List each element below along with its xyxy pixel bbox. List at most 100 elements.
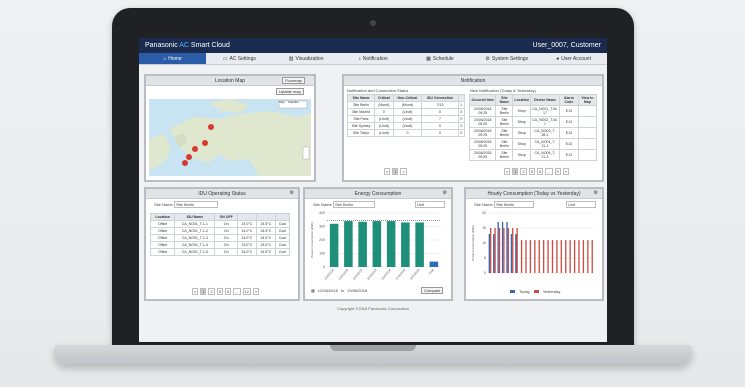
- page-button[interactable]: 9: [554, 168, 561, 175]
- page-button[interactable]: 2: [520, 168, 527, 175]
- calendar-icon[interactable]: ▦: [311, 288, 315, 293]
- site-select[interactable]: Site Berlin: [174, 201, 218, 208]
- nav-notification[interactable]: ♪ Notification: [340, 53, 407, 64]
- bar-today[interactable]: [497, 222, 499, 273]
- bar[interactable]: [358, 221, 367, 267]
- map-pin[interactable]: [186, 154, 192, 160]
- unit-select[interactable]: Unit: [415, 201, 445, 208]
- bar-yesterday[interactable]: [512, 228, 514, 273]
- nav-schedule[interactable]: ▦ Schedule: [406, 53, 473, 64]
- bar[interactable]: [401, 222, 410, 267]
- bar-yesterday[interactable]: [516, 228, 518, 273]
- settings-gear-icon[interactable]: ⚙: [443, 190, 447, 196]
- bar-today[interactable]: [493, 234, 495, 273]
- nav-visualization[interactable]: ▥ Visualization: [273, 53, 340, 64]
- page-button[interactable]: 4: [536, 168, 544, 175]
- bar-yesterday[interactable]: [520, 240, 523, 273]
- nav-system-settings[interactable]: ⚙ System Settings: [473, 53, 540, 64]
- page-button[interactable]: «: [384, 168, 391, 175]
- unit-select[interactable]: Unit: [566, 201, 596, 208]
- bar-yesterday[interactable]: [582, 240, 585, 273]
- bar-yesterday[interactable]: [498, 228, 501, 273]
- table-row[interactable]: Office CA_NO01_T-1-1 On 24.0°C 24.5°C Cool: [149, 220, 291, 228]
- page-button[interactable]: »: [400, 168, 407, 175]
- bar-yesterday[interactable]: [538, 240, 540, 273]
- page-button[interactable]: »: [252, 288, 260, 295]
- table-row[interactable]: 20/06/2018 09:25 Site Berlin Shop CA_NO01_T…: [468, 105, 598, 117]
- bar-yesterday[interactable]: [525, 240, 527, 273]
- user-menu[interactable]: User_0007, Customer: [533, 42, 601, 49]
- page-button[interactable]: 1: [512, 168, 519, 175]
- page-button[interactable]: 4: [224, 288, 232, 295]
- bar-today[interactable]: [515, 234, 517, 273]
- map-pin[interactable]: [182, 160, 188, 166]
- bar-today[interactable]: [510, 234, 513, 273]
- bar[interactable]: [372, 221, 382, 267]
- table-row[interactable]: 20/06/2018 09:25 Site Berlin Shop CA_NO03_T…: [468, 127, 598, 139]
- map-view[interactable]: [149, 99, 311, 176]
- bar-yesterday[interactable]: [529, 240, 532, 273]
- bar-yesterday[interactable]: [587, 240, 589, 273]
- table-row[interactable]: Office CA_NO01_T-1-3 On 24.0°C 24.5°C Cool: [149, 234, 291, 242]
- page-button[interactable]: »: [562, 168, 569, 175]
- bar-yesterday[interactable]: [503, 228, 505, 273]
- page-button[interactable]: 1: [392, 168, 399, 175]
- site-select[interactable]: Site Berlin: [333, 201, 375, 208]
- date-from[interactable]: 12/06/2018: [318, 288, 338, 293]
- bar[interactable]: [344, 221, 353, 267]
- table-row[interactable]: Site Paris (Lindt) (Lindt) 7 0: [346, 115, 466, 123]
- map-pin[interactable]: [208, 124, 214, 130]
- table-row[interactable]: 20/06/2018 09:25 Site Berlin Shop CA_NO04_T…: [468, 138, 598, 150]
- bar-yesterday[interactable]: [569, 240, 571, 273]
- nav-ac-settings[interactable]: ▭ AC Settings: [206, 53, 273, 64]
- bar-yesterday[interactable]: [578, 240, 580, 273]
- nav-user-account[interactable]: ● User Account: [540, 53, 607, 64]
- settings-gear-icon[interactable]: ⚙: [594, 190, 598, 196]
- table-row[interactable]: Site Tokyo (Lindt) 0 0 0: [346, 129, 466, 137]
- page-button[interactable]: 2: [208, 288, 215, 295]
- site-select[interactable]: Site Berlin: [494, 201, 534, 208]
- page-button[interactable]: ...: [545, 168, 553, 175]
- page-button[interactable]: «: [192, 288, 199, 295]
- table-row[interactable]: Office CA_NO01_T-1-2 On 24.0°C 24.5°C Cool: [149, 227, 291, 235]
- settings-gear-icon[interactable]: ⚙: [290, 190, 294, 196]
- page-button[interactable]: 3: [216, 288, 223, 295]
- bar[interactable]: [415, 222, 424, 267]
- page-button[interactable]: 1: [200, 288, 207, 295]
- table-row[interactable]: 20/06/2018 09:25 Site Berlin Shop CA_NO02_T…: [468, 116, 598, 128]
- bar-yesterday[interactable]: [565, 240, 567, 273]
- table-row[interactable]: Site Berlin (Mond) (Mond) 7/13 1: [346, 101, 466, 109]
- page-button[interactable]: ...: [233, 288, 241, 295]
- update-map-button[interactable]: Update map: [276, 88, 304, 95]
- bar-yesterday[interactable]: [591, 240, 593, 273]
- bar-today[interactable]: [501, 222, 504, 273]
- floormap-button[interactable]: Floormap: [282, 77, 305, 84]
- date-to[interactable]: 19/06/2018: [347, 288, 367, 293]
- bar-yesterday[interactable]: [560, 240, 562, 273]
- bar-yesterday[interactable]: [573, 240, 576, 273]
- map-pin[interactable]: [202, 140, 208, 146]
- table-row[interactable]: Site Sydney (Lindt) (Lindt) 0 0: [346, 122, 466, 130]
- nav-home[interactable]: ⌂ Home: [139, 53, 206, 64]
- table-row[interactable]: Office CA_NO01_T-1-4 On 23.0°C 23.5°C Cool: [149, 241, 291, 249]
- bar[interactable]: [329, 223, 339, 267]
- table-row[interactable]: Office CA_NO01_T-1-5 On 24.0°C 24.5°C Cool: [149, 248, 291, 256]
- bar[interactable]: [386, 221, 396, 267]
- bar-yesterday[interactable]: [534, 240, 536, 273]
- bar-today[interactable]: [488, 234, 490, 273]
- page-button[interactable]: 12: [242, 288, 251, 295]
- compare-button[interactable]: Compare: [421, 287, 444, 294]
- bar-today[interactable]: [506, 222, 508, 273]
- map-type-map[interactable]: Map: [279, 100, 285, 104]
- map-pin[interactable]: [192, 146, 198, 152]
- bar-yesterday[interactable]: [556, 240, 558, 273]
- bar[interactable]: [429, 261, 439, 267]
- bar-yesterday[interactable]: [551, 240, 554, 273]
- bar-yesterday[interactable]: [494, 228, 496, 273]
- map-type-satellite[interactable]: Satellite: [288, 100, 299, 104]
- page-button[interactable]: 3: [528, 168, 535, 175]
- table-row[interactable]: Site Madrid 0 (Lindt) 0 0: [346, 108, 466, 116]
- bar-yesterday[interactable]: [547, 240, 549, 273]
- table-row[interactable]: 20/06/2018 09:25 Site Berlin Shop CA_NO05_T…: [468, 149, 598, 161]
- bar-yesterday[interactable]: [489, 228, 492, 273]
